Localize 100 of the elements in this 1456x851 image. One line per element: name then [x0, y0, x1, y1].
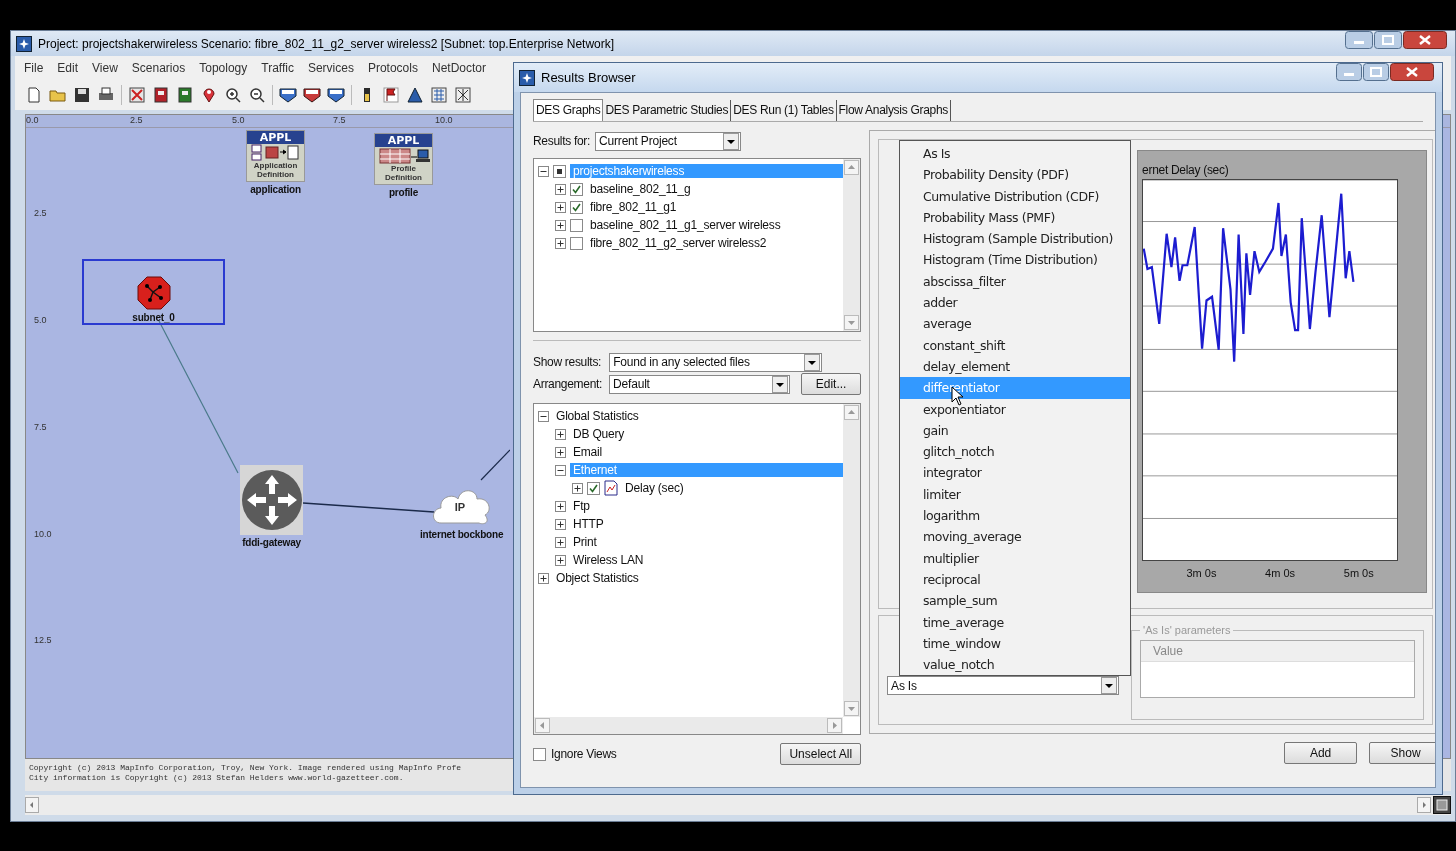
checkbox[interactable]: [570, 218, 583, 232]
tree-item[interactable]: baseline_802_11_g1_server wireless: [587, 218, 784, 232]
list-option[interactable]: Histogram (Sample Distribution): [900, 228, 1130, 250]
tab[interactable]: DES Parametric Studies: [603, 100, 732, 121]
menu-item[interactable]: Topology: [192, 61, 255, 75]
tree-item[interactable]: Object Statistics: [553, 571, 642, 585]
list-option[interactable]: value_notch: [900, 654, 1130, 676]
show-results-dropdown[interactable]: Found in any selected files: [609, 352, 823, 372]
tree-item[interactable]: fibre_802_11_g1: [587, 200, 680, 214]
scroll-down-button[interactable]: [844, 315, 860, 330]
new-file-icon[interactable]: [25, 86, 43, 104]
list-option[interactable]: multiplier: [900, 547, 1130, 569]
list-option[interactable]: abscissa_filter: [900, 270, 1130, 293]
edit-button[interactable]: Edit...: [801, 373, 862, 395]
checkbox[interactable]: [533, 747, 546, 761]
close-button[interactable]: [1390, 63, 1434, 81]
tree-item[interactable]: HTTP: [570, 517, 607, 531]
filter-dropdown[interactable]: As Is: [887, 676, 1120, 695]
tree-item[interactable]: Ftp: [570, 499, 593, 513]
dialog-button[interactable]: Add: [1284, 742, 1358, 764]
checkbox-label[interactable]: Ignore Views: [551, 747, 617, 761]
expander[interactable]: [555, 446, 566, 458]
expander[interactable]: [555, 554, 566, 566]
tree-item[interactable]: Print: [570, 535, 600, 549]
expander[interactable]: [538, 410, 549, 422]
list-option[interactable]: constant_shift: [900, 334, 1130, 356]
expander[interactable]: [555, 428, 566, 440]
minimize-button[interactable]: [1336, 63, 1362, 81]
checkbox[interactable]: [570, 182, 583, 196]
tree-item[interactable]: Global Statistics: [553, 409, 642, 423]
menu-item[interactable]: View: [85, 61, 125, 75]
list-option[interactable]: Histogram (Time Distribution): [900, 249, 1130, 271]
expander[interactable]: [555, 464, 566, 476]
tree-item[interactable]: fibre_802_11_g2_server wireless2: [587, 236, 770, 250]
list-option[interactable]: glitch_notch: [900, 441, 1130, 463]
list-option[interactable]: Probability Density (PDF): [900, 164, 1130, 186]
expander[interactable]: [555, 183, 566, 195]
menu-item[interactable]: Edit: [50, 61, 86, 75]
list-option[interactable]: time_average: [900, 611, 1130, 633]
menu-item[interactable]: File: [17, 61, 51, 75]
dialog-button[interactable]: Show: [1369, 742, 1435, 764]
list-option[interactable]: limiter: [900, 483, 1130, 506]
list-option[interactable]: average: [900, 313, 1130, 335]
arrangement-dropdown[interactable]: Default: [609, 374, 791, 394]
expander[interactable]: [555, 237, 566, 249]
scroll-down-button[interactable]: [844, 701, 860, 716]
list-option[interactable]: exponentiator: [900, 398, 1130, 420]
map-pin-icon[interactable]: [200, 86, 218, 104]
menu-item[interactable]: Traffic: [254, 61, 301, 75]
save-icon[interactable]: [73, 86, 91, 104]
list-option[interactable]: time_window: [900, 632, 1130, 655]
minimize-button[interactable]: [1345, 31, 1373, 49]
profile-node[interactable]: APPL Profile Definition: [374, 133, 433, 185]
scroll-left-button[interactable]: [535, 718, 550, 733]
maximize-button[interactable]: [1363, 63, 1389, 81]
tree-item[interactable]: Wireless LAN: [570, 553, 647, 567]
scroll-up-button[interactable]: [844, 160, 860, 175]
checkbox[interactable]: [553, 164, 566, 178]
subnet-icon[interactable]: [136, 276, 171, 310]
triangle-icon[interactable]: [406, 86, 424, 104]
list-option[interactable]: As Is: [900, 143, 1130, 165]
menu-item[interactable]: Protocols: [360, 61, 425, 75]
list-option[interactable]: moving_average: [900, 526, 1130, 548]
expander[interactable]: [572, 482, 583, 494]
expander[interactable]: [555, 201, 566, 213]
scroll-right-button[interactable]: [1417, 797, 1431, 813]
list-option[interactable]: integrator: [900, 462, 1130, 484]
tree-item[interactable]: Delay (sec): [622, 481, 687, 495]
unselect-all-button[interactable]: Unselect All: [780, 743, 862, 765]
list-option[interactable]: gain: [900, 419, 1130, 442]
window-corner-icon[interactable]: [1433, 796, 1451, 814]
list-option[interactable]: logarithm: [900, 505, 1130, 527]
expander[interactable]: [555, 219, 566, 231]
menu-item[interactable]: Services: [300, 61, 361, 75]
tree-item[interactable]: Email: [570, 445, 605, 459]
tab[interactable]: Flow Analysis Graphs: [836, 100, 951, 121]
menu-item[interactable]: Scenarios: [124, 61, 193, 75]
tab[interactable]: DES Graphs: [533, 99, 604, 121]
expander[interactable]: [555, 536, 566, 548]
expander[interactable]: [538, 572, 549, 584]
list-option[interactable]: Probability Mass (PMF): [900, 206, 1130, 229]
list-option[interactable]: Cumulative Distribution (CDF): [900, 185, 1130, 207]
router-icon[interactable]: [240, 465, 303, 535]
tab[interactable]: DES Run (1) Tables: [731, 100, 837, 121]
expander[interactable]: [555, 518, 566, 530]
list-option[interactable]: delay_element: [900, 355, 1130, 378]
checkbox[interactable]: [570, 236, 583, 250]
scroll-left-button[interactable]: [25, 797, 39, 813]
expander[interactable]: [555, 500, 566, 512]
maximize-button[interactable]: [1374, 31, 1402, 49]
list-option[interactable]: sample_sum: [900, 590, 1130, 612]
scroll-right-button[interactable]: [827, 718, 843, 733]
network-graph-icon[interactable]: [454, 86, 472, 104]
application-node[interactable]: APPL Application Definition: [246, 130, 305, 182]
close-button[interactable]: [1403, 31, 1447, 49]
checkbox[interactable]: [570, 200, 583, 214]
tree-item[interactable]: baseline_802_11_g: [587, 182, 694, 196]
menu-item[interactable]: NetDoctor: [424, 61, 493, 75]
results-for-dropdown[interactable]: Current Project: [595, 131, 742, 151]
zoom-in-icon[interactable]: [224, 86, 242, 104]
